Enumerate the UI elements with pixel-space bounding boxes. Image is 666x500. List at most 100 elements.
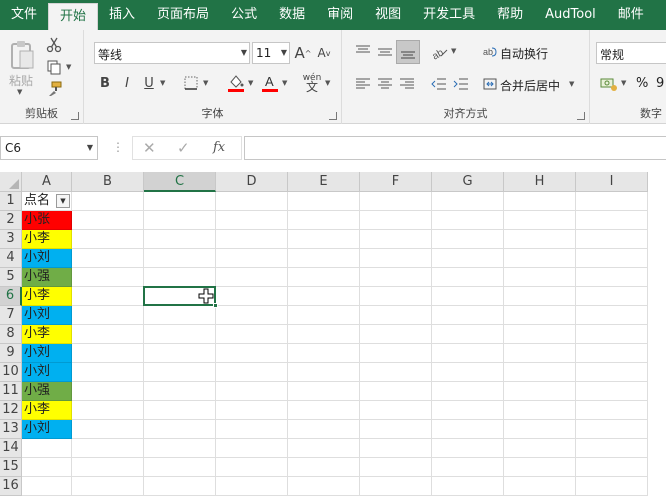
cell-c1[interactable] [144, 192, 216, 211]
cell-e10[interactable] [288, 363, 360, 382]
increase-indent-icon[interactable] [450, 74, 472, 94]
cell-e14[interactable] [288, 439, 360, 458]
cell-a2[interactable]: 小张 [22, 211, 72, 230]
cell-a4[interactable]: 小刘 [22, 249, 72, 268]
cell-b11[interactable] [72, 382, 144, 401]
cell-d5[interactable] [216, 268, 288, 287]
cell-a13[interactable]: 小刘 [22, 420, 72, 439]
column-header-e[interactable]: E [288, 172, 360, 192]
cell-c10[interactable] [144, 363, 216, 382]
cell-h1[interactable] [504, 192, 576, 211]
alignment-launcher-icon[interactable] [577, 112, 585, 120]
cell-f1[interactable] [360, 192, 432, 211]
cell-i8[interactable] [576, 325, 648, 344]
cell-a14[interactable] [22, 439, 72, 458]
cell-f8[interactable] [360, 325, 432, 344]
tab-4[interactable]: 公式 [220, 0, 268, 30]
font-color-icon[interactable]: A [260, 72, 280, 94]
row-header-2[interactable]: 2 [0, 211, 22, 230]
cell-g10[interactable] [432, 363, 504, 382]
cell-h13[interactable] [504, 420, 576, 439]
cell-b8[interactable] [72, 325, 144, 344]
cell-b7[interactable] [72, 306, 144, 325]
merge-center-icon[interactable] [482, 74, 498, 94]
column-header-h[interactable]: H [504, 172, 576, 192]
cell-a8[interactable]: 小李 [22, 325, 72, 344]
column-header-g[interactable]: G [432, 172, 504, 192]
font-size-select[interactable]: 11 ▼ [252, 42, 290, 64]
name-box[interactable]: C6 ▼ [0, 136, 98, 160]
cell-b1[interactable] [72, 192, 144, 211]
border-icon[interactable] [182, 74, 200, 92]
cell-g4[interactable] [432, 249, 504, 268]
cell-c5[interactable] [144, 268, 216, 287]
cell-g16[interactable] [432, 477, 504, 496]
cell-c3[interactable] [144, 230, 216, 249]
cell-a11[interactable]: 小强 [22, 382, 72, 401]
tab-3[interactable]: 页面布局 [146, 0, 220, 30]
clipboard-launcher-icon[interactable] [71, 112, 79, 120]
cell-e13[interactable] [288, 420, 360, 439]
column-header-c[interactable]: C [144, 172, 216, 192]
align-right-icon[interactable] [396, 74, 418, 94]
cell-a15[interactable] [22, 458, 72, 477]
cell-d2[interactable] [216, 211, 288, 230]
cell-h2[interactable] [504, 211, 576, 230]
cell-e9[interactable] [288, 344, 360, 363]
column-header-f[interactable]: F [360, 172, 432, 192]
cell-g3[interactable] [432, 230, 504, 249]
cell-h15[interactable] [504, 458, 576, 477]
align-center-icon[interactable] [374, 74, 396, 94]
cell-h8[interactable] [504, 325, 576, 344]
cell-f14[interactable] [360, 439, 432, 458]
cell-d16[interactable] [216, 477, 288, 496]
cell-h16[interactable] [504, 477, 576, 496]
cell-i11[interactable] [576, 382, 648, 401]
cell-i1[interactable] [576, 192, 648, 211]
cell-g14[interactable] [432, 439, 504, 458]
cell-c13[interactable] [144, 420, 216, 439]
select-all-button[interactable] [0, 172, 22, 192]
cell-b3[interactable] [72, 230, 144, 249]
cell-h4[interactable] [504, 249, 576, 268]
wrap-text-icon[interactable]: ab [482, 42, 498, 62]
orientation-dropdown-icon[interactable]: ▼ [451, 47, 456, 55]
tab-6[interactable]: 审阅 [316, 0, 364, 30]
align-bottom-icon[interactable] [396, 40, 420, 64]
worksheet-grid[interactable]: A B C D E F G H I 1 点名 ▼ 2 小张 3 小李 4 小刘 5 小强 6 小李 7 小刘 8 小李 9 小刘 10 小… [0, 172, 666, 500]
cell-d9[interactable] [216, 344, 288, 363]
column-header-d[interactable]: D [216, 172, 288, 192]
cell-f15[interactable] [360, 458, 432, 477]
more-icon[interactable]: ⋮ [112, 140, 124, 154]
cell-b9[interactable] [72, 344, 144, 363]
align-middle-icon[interactable] [374, 42, 396, 62]
cell-f11[interactable] [360, 382, 432, 401]
accounting-format-icon[interactable] [598, 74, 620, 94]
insert-function-icon[interactable]: fx [213, 140, 225, 155]
cell-c12[interactable] [144, 401, 216, 420]
cell-e11[interactable] [288, 382, 360, 401]
cell-g8[interactable] [432, 325, 504, 344]
cell-i10[interactable] [576, 363, 648, 382]
cell-e4[interactable] [288, 249, 360, 268]
cell-d11[interactable] [216, 382, 288, 401]
cell-f4[interactable] [360, 249, 432, 268]
cell-e6[interactable] [288, 287, 360, 306]
cell-b13[interactable] [72, 420, 144, 439]
underline-button[interactable]: U [140, 74, 158, 92]
cell-f5[interactable] [360, 268, 432, 287]
fill-color-icon[interactable] [226, 72, 246, 94]
cell-a16[interactable] [22, 477, 72, 496]
cell-e7[interactable] [288, 306, 360, 325]
cell-i3[interactable] [576, 230, 648, 249]
merge-dropdown-icon[interactable]: ▼ [569, 80, 574, 88]
cell-i5[interactable] [576, 268, 648, 287]
chevron-down-icon[interactable]: ▼ [87, 143, 93, 152]
cut-icon[interactable] [44, 36, 64, 54]
cell-f9[interactable] [360, 344, 432, 363]
cell-e2[interactable] [288, 211, 360, 230]
cell-e12[interactable] [288, 401, 360, 420]
number-format-select[interactable]: 常规 [596, 42, 666, 64]
column-header-a[interactable]: A [22, 172, 72, 192]
cell-b4[interactable] [72, 249, 144, 268]
